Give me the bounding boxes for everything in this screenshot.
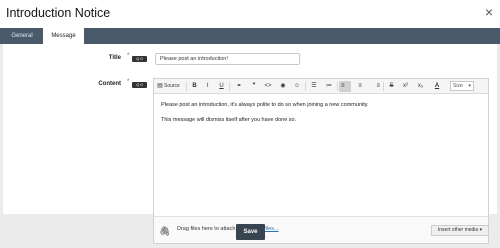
insert-other-media-button[interactable]: Insert other media ▾ — [431, 225, 489, 236]
bold-button[interactable]: B — [190, 81, 199, 92]
align-left-icon[interactable]: ≡ — [339, 81, 351, 92]
tab-message[interactable]: Message — [43, 28, 84, 44]
language-badge[interactable]: Q 0 — [132, 82, 147, 88]
dialog-title: Introduction Notice — [6, 6, 111, 20]
attach-text: Drag files here to attach, or — [177, 226, 245, 232]
toolbar-divider — [337, 82, 338, 91]
rich-text-editor[interactable]: ▤ Source B I U ⚭ ❞ <> ◉ ☺ ☰ ≔ ≡ ≡ ≡ S x²… — [153, 78, 489, 244]
close-icon[interactable]: × — [485, 5, 493, 19]
underline-button[interactable]: U — [217, 81, 226, 92]
tab-general[interactable]: General — [3, 28, 41, 44]
emoji-icon[interactable]: ☺ — [292, 81, 302, 92]
bulleted-list-icon[interactable]: ☰ — [309, 81, 319, 92]
required-marker: * — [127, 79, 130, 85]
required-marker: * — [127, 53, 130, 59]
toolbar-divider — [186, 82, 187, 91]
attachment-dropzone[interactable]: 🖇 Drag files here to attach, or choose f… — [154, 216, 489, 243]
toolbar-divider — [383, 82, 384, 91]
align-center-icon[interactable]: ≡ — [355, 81, 365, 92]
code-icon[interactable]: <> — [263, 81, 273, 92]
superscript-button[interactable]: x² — [400, 81, 411, 92]
title-input[interactable]: Please post an introduction! — [155, 53, 300, 65]
toolbar-divider — [229, 82, 230, 91]
title-label: Title — [108, 55, 121, 61]
align-right-icon[interactable]: ≡ — [370, 81, 380, 92]
editor-toolbar: ▤ Source B I U ⚭ ❞ <> ◉ ☺ ☰ ≔ ≡ ≡ ≡ S x²… — [154, 79, 488, 94]
source-button[interactable]: Source — [164, 81, 184, 92]
tab-bar: General Message — [0, 28, 500, 44]
chevron-down-icon: ▾ — [468, 83, 471, 89]
quote-icon[interactable]: ❞ — [249, 81, 259, 92]
numbered-list-icon[interactable]: ≔ — [324, 81, 334, 92]
spoiler-icon[interactable]: ◉ — [278, 81, 288, 92]
dialog-header: Introduction Notice × — [0, 0, 500, 28]
subscript-button[interactable]: x₂ — [415, 81, 426, 92]
language-badge[interactable]: Q 0 — [132, 56, 147, 62]
source-icon: ▤ — [157, 83, 163, 89]
save-button[interactable]: Save — [236, 224, 265, 240]
content-label: Content — [98, 81, 121, 87]
font-size-label: Size — [453, 83, 463, 89]
italic-button[interactable]: I — [203, 81, 212, 92]
strikethrough-button[interactable]: S — [387, 81, 396, 92]
editor-paragraph: Please post an introduction, it's always… — [161, 102, 369, 108]
font-color-button[interactable]: A — [432, 81, 442, 92]
editor-paragraph: This message will dismiss itself after y… — [161, 117, 297, 123]
toolbar-divider — [305, 82, 306, 91]
font-size-select[interactable]: Size ▾ — [450, 81, 474, 91]
paperclip-icon: 🖇 — [159, 226, 171, 236]
tab-panel-message: Title * Q 0 Please post an introduction!… — [3, 44, 497, 244]
link-icon[interactable]: ⚭ — [234, 81, 244, 92]
